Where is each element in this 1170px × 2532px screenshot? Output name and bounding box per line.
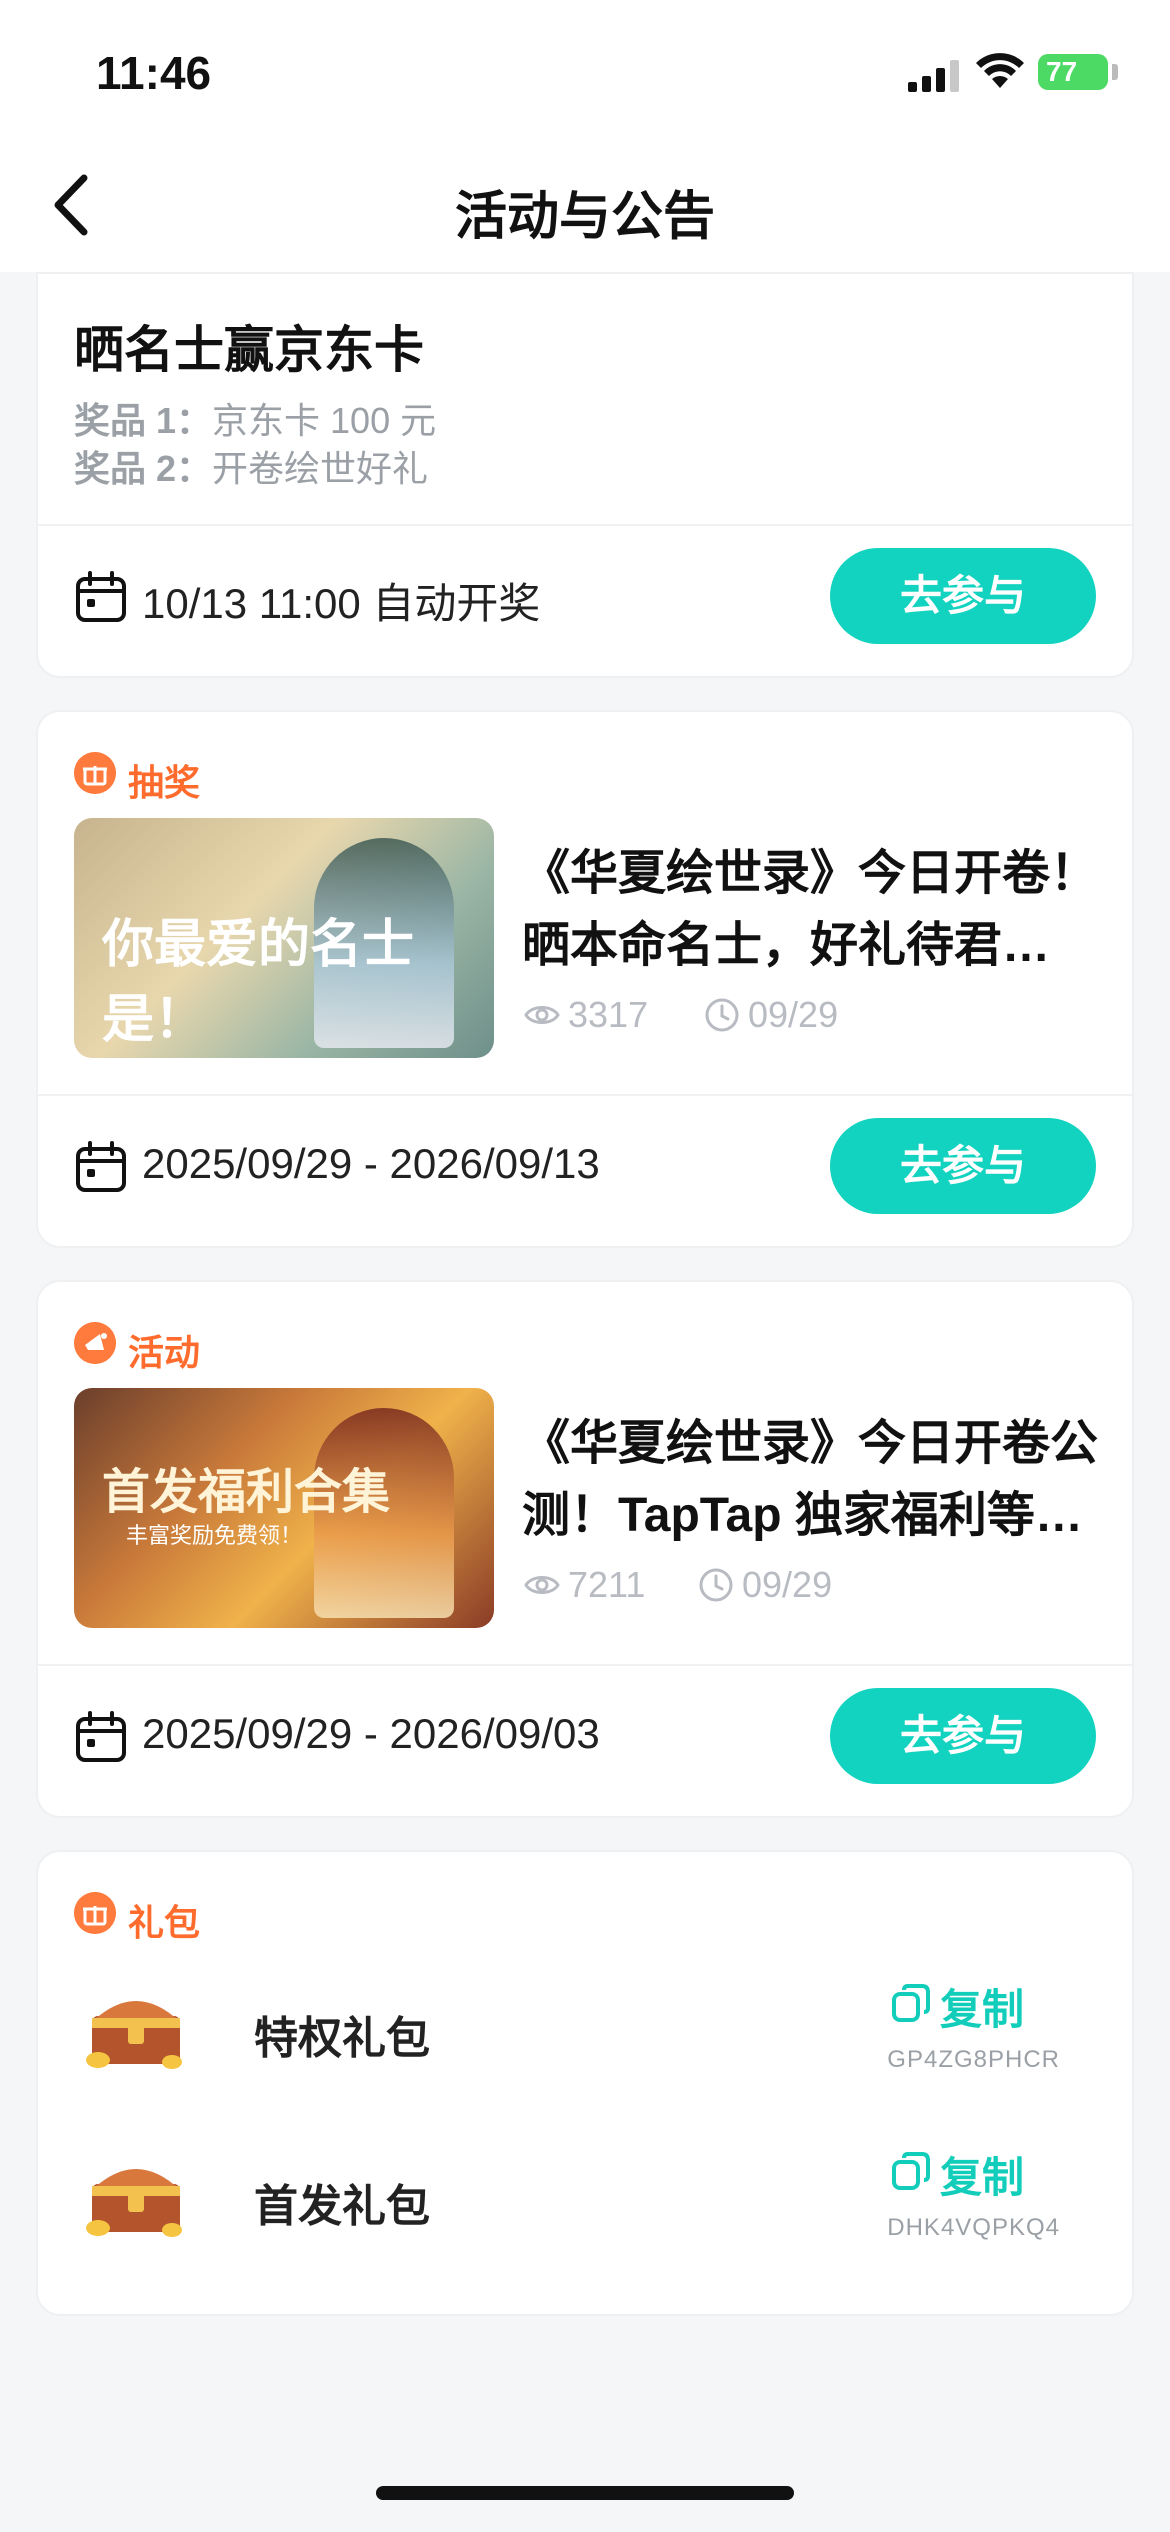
gift-item: 首发礼包 复制 DHK4VQPKQ4 — [74, 2140, 1096, 2260]
tag-label: 礼包 — [128, 1902, 201, 1943]
post-date: 09/29 — [698, 1564, 832, 1606]
prize-value: 开卷绘世好礼 — [212, 448, 429, 489]
join-button[interactable]: 去参与 — [830, 1118, 1096, 1214]
post-title-line: 晒本命名士，好礼待君… — [522, 919, 1051, 972]
join-button[interactable]: 去参与 — [830, 548, 1096, 644]
lottery-title: 晒名士赢京东卡 — [74, 322, 424, 378]
status-time: 11:46 — [96, 47, 212, 99]
prize-value: 京东卡 100 元 — [212, 400, 437, 441]
divider — [38, 1094, 1132, 1096]
battery-cap — [1112, 64, 1118, 80]
status-bar: 11:46 77 — [0, 0, 1170, 140]
post-title-line: 《华夏绘世录》今日开卷公 — [522, 1417, 1099, 1470]
home-indicator[interactable] — [376, 2486, 794, 2500]
treasure-chest-icon — [86, 2169, 182, 2237]
wifi-icon — [976, 53, 1024, 88]
draw-time: 10/13 11:00 自动开奖 — [142, 580, 541, 627]
gift-icon — [74, 752, 116, 794]
gift-icon — [74, 1892, 116, 1934]
gift-item: 特权礼包 复制 GP4ZG8PHCR — [74, 1972, 1096, 2092]
join-button[interactable]: 去参与 — [830, 1688, 1096, 1784]
views-value: 7211 — [568, 1564, 646, 1605]
clock-icon — [699, 1568, 733, 1602]
tag-label: 抽奖 — [128, 762, 201, 803]
post-thumbnail: 首发福利合集 丰富奖励免费领！ — [74, 1388, 494, 1628]
lottery-card: 晒名士赢京东卡 奖品 1：京东卡 100 元 奖品 2：开卷绘世好礼 10/13… — [36, 272, 1134, 678]
prize-label: 奖品 2： — [74, 448, 213, 489]
post-footer: 2025/09/29 - 2026/09/13 去参与 — [74, 1118, 1096, 1214]
thumbnail-caption: 首发福利合集 — [102, 1464, 391, 1520]
lottery-footer: 10/13 11:00 自动开奖 去参与 — [74, 548, 1096, 644]
battery-icon: 77 — [1038, 54, 1108, 90]
post-card[interactable]: 活动 首发福利合集 丰富奖励免费领！ 《华夏绘世录》今日开卷公 测！TapTap… — [36, 1280, 1134, 1818]
date-value: 09/29 — [748, 994, 839, 1035]
clock-icon — [705, 998, 739, 1032]
gift-name: 特权礼包 — [254, 2014, 430, 2063]
eye-icon — [524, 1006, 560, 1024]
post-title-line: 测！TapTap 独家福利等… — [522, 1489, 1083, 1542]
copy-button[interactable]: 复制 — [870, 2140, 1060, 2201]
gift-name: 首发礼包 — [254, 2182, 430, 2231]
views-value: 3317 — [568, 994, 649, 1035]
view-count: 3317 — [524, 994, 648, 1036]
calendar-icon — [76, 571, 126, 622]
prize-label: 奖品 1： — [74, 400, 213, 441]
post-footer: 2025/09/29 - 2026/09/03 去参与 — [74, 1688, 1096, 1784]
view-count: 7211 — [524, 1564, 645, 1606]
page-title: 活动与公告 — [454, 188, 715, 246]
gift-code: DHK4VQPKQ4 — [887, 2214, 1060, 2241]
copy-label: 复制 — [940, 1986, 1025, 2033]
prize-line-1: 奖品 1：京东卡 100 元 — [74, 392, 436, 444]
copy-label: 复制 — [940, 2154, 1025, 2201]
app-screen: 11:46 77 活动与公告 晒名士赢京东卡 奖品 1：京东卡 100 元 奖品… — [0, 0, 1170, 2532]
post-title: 《华夏绘世录》今日开卷公 测！TapTap 独家福利等… — [522, 1408, 1102, 1552]
thumbnail-caption: 你最爱的名士是！ — [102, 914, 415, 1050]
signal-icon — [908, 60, 959, 92]
divider — [38, 524, 1132, 526]
calendar-icon — [76, 1141, 126, 1192]
tag-label: 活动 — [128, 1332, 201, 1373]
gift-code: GP4ZG8PHCR — [887, 2046, 1060, 2073]
date-value: 09/29 — [742, 1564, 833, 1605]
copy-icon — [892, 2152, 930, 2190]
divider — [38, 1664, 1132, 1666]
eye-icon — [524, 1576, 560, 1594]
nav-bar: 活动与公告 — [0, 140, 1170, 272]
treasure-chest-icon — [86, 2001, 182, 2069]
post-thumbnail: 你最爱的名士是！ — [74, 818, 494, 1058]
gift-card: 礼包 特权礼包 复制 GP4ZG8PHCR 首发礼包 复制 DHK4VQPKQ4 — [36, 1850, 1134, 2316]
copy-button[interactable]: 复制 — [870, 1972, 1060, 2033]
prize-line-2: 奖品 2：开卷绘世好礼 — [74, 440, 428, 492]
post-title: 《华夏绘世录》今日开卷！ 晒本命名士，好礼待君… — [522, 838, 1102, 982]
calendar-icon — [76, 1711, 126, 1762]
megaphone-icon — [74, 1322, 116, 1364]
event-period: 2025/09/29 - 2026/09/13 — [142, 1140, 600, 1187]
event-period: 2025/09/29 - 2026/09/03 — [142, 1710, 600, 1757]
copy-icon — [892, 1984, 930, 2022]
post-card[interactable]: 抽奖 你最爱的名士是！ 《华夏绘世录》今日开卷！ 晒本命名士，好礼待君… 331… — [36, 710, 1134, 1248]
post-title-line: 《华夏绘世录》今日开卷！ — [522, 847, 1099, 900]
thumbnail-subcaption: 丰富奖励免费领！ — [125, 1523, 302, 1548]
post-date: 09/29 — [704, 994, 838, 1036]
